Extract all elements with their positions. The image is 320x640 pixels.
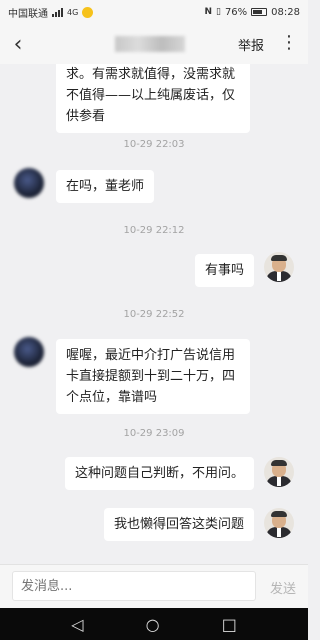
contact-avatar[interactable] — [14, 168, 44, 198]
user-avatar[interactable] — [264, 252, 294, 282]
message-text: 喔喔，最近中介打广告说信用卡直接提额到十到二十万，四个点位，靠谱吗 — [66, 348, 236, 405]
user-avatar[interactable] — [264, 457, 294, 487]
message-bubble: 我也懒得回答这类问题 — [103, 508, 254, 541]
timestamp: 10-29 22:52 — [123, 309, 185, 320]
battery-icon — [251, 8, 268, 16]
status-bar: 中国联通 4G N ▯ 76% 08:28 — [0, 0, 308, 24]
nav-home-icon[interactable]: ○ — [146, 615, 160, 634]
notification-icon — [82, 6, 94, 18]
more-icon[interactable]: ⋮ — [280, 32, 298, 53]
battery-label: 76% — [224, 6, 248, 18]
message-bubble: 有事吗 — [194, 254, 254, 287]
nfc-icon: N — [204, 7, 212, 17]
signal-icon — [52, 7, 63, 17]
nav-back-icon[interactable]: ◁ — [71, 615, 83, 634]
system-nav-bar: ◁ ○ □ — [0, 608, 308, 640]
message-bubble: 在吗，董老师 — [56, 170, 155, 203]
network-label: 4G — [67, 7, 79, 17]
timestamp: 10-29 22:03 — [123, 139, 185, 150]
contact-avatar[interactable] — [14, 337, 44, 367]
send-button[interactable]: 发送 — [270, 578, 296, 597]
input-bar: 发送 — [0, 564, 308, 608]
clock: 08:28 — [271, 6, 300, 18]
message-bubble: 这种问题自己判断，不用问。 — [64, 457, 254, 490]
message-input[interactable] — [12, 571, 256, 601]
message-text: 求。有需求就值得，没需求就不值得——以上纯属废话，仅供参看 — [66, 67, 236, 124]
timestamp: 10-29 22:12 — [123, 225, 185, 236]
message-text: 我也懒得回答这类问题 — [113, 517, 244, 532]
report-button[interactable]: 举报 — [238, 35, 264, 54]
contact-name-blurred — [115, 36, 185, 52]
message-bubble: 喔喔，最近中介打广告说信用卡直接提额到十到二十万，四个点位，靠谱吗 — [56, 339, 250, 414]
carrier-label: 中国联通 — [8, 8, 48, 20]
message-text: 这种问题自己判断，不用问。 — [74, 466, 244, 481]
chat-area[interactable]: 求。有需求就值得，没需求就不值得——以上纯属废话，仅供参看 10-29 22:0… — [0, 64, 308, 564]
vibrate-icon: ▯ — [215, 7, 221, 17]
nav-recent-icon[interactable]: □ — [222, 615, 237, 634]
message-bubble: 求。有需求就值得，没需求就不值得——以上纯属废话，仅供参看 — [56, 64, 250, 133]
message-text: 有事吗 — [204, 263, 244, 278]
timestamp: 10-29 23:09 — [123, 428, 185, 439]
back-icon[interactable]: ‹ — [0, 32, 36, 57]
message-text: 在吗，董老师 — [66, 179, 145, 194]
chat-header: ‹ 举报 ⋮ — [0, 24, 308, 64]
user-avatar[interactable] — [264, 508, 294, 538]
